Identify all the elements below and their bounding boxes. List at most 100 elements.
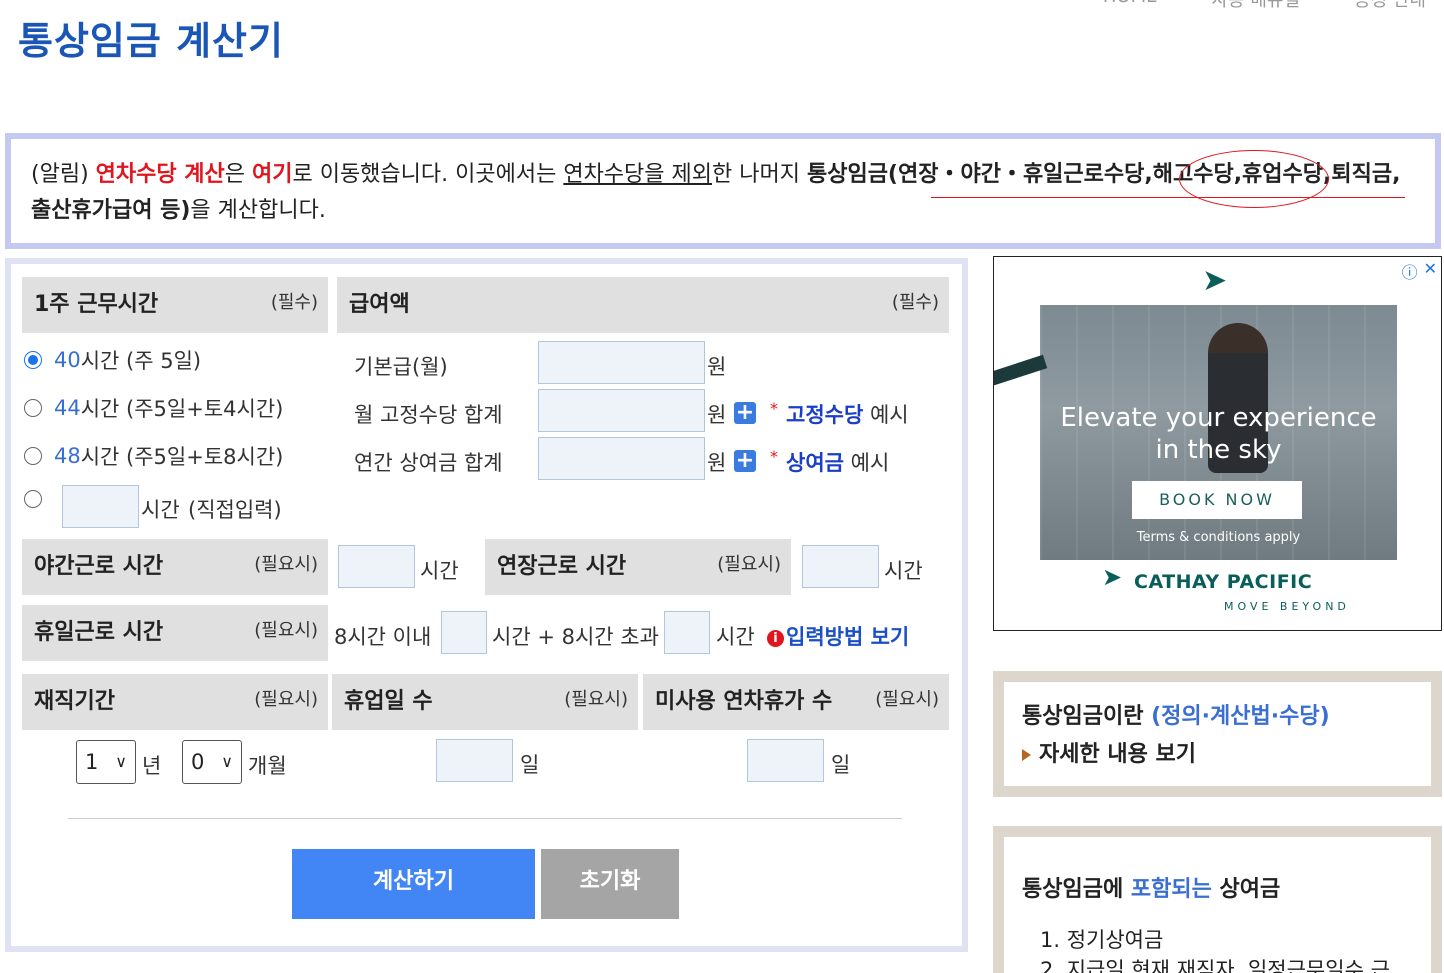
custom-hours-input[interactable] [62,485,139,528]
required-tag: (필요시) [254,554,318,575]
unused-leave-input[interactable] [747,739,824,782]
bonus-example[interactable]: * 상여금 예시 [770,447,889,477]
info-icon: i [767,630,784,647]
reset-button[interactable]: 초기화 [541,849,679,919]
brand-logo-icon: ➤ [1102,563,1123,591]
red-underline-mark [931,197,1405,198]
definition-title-text: 통상임금이란 [1022,704,1144,729]
option-number: 44 [54,396,81,420]
bonus-input[interactable] [538,437,705,480]
fixed-allowance-link[interactable]: 고정수당 [786,403,863,427]
closure-days-input[interactable] [436,739,513,782]
bonus-link[interactable]: 상여금 [786,451,844,475]
months-unit: 개월 [248,754,287,778]
plus-icon[interactable]: + [734,450,756,472]
won-unit: 원 [707,355,727,379]
nav-home[interactable]: HOME [1103,0,1158,12]
calculate-button[interactable]: 계산하기 [292,849,535,919]
won-unit: 원 [707,451,727,475]
notice-text: 한 나머지 [712,162,807,187]
nav-notice[interactable]: 공정 안내 [1354,0,1426,12]
radio-button[interactable] [24,490,42,508]
nav-manual[interactable]: 사용 매뉴얼 [1212,0,1301,12]
option-label: 시간 (주 5일) [80,349,202,373]
option-number: 40 [54,348,81,372]
weekly-option-40[interactable]: 40 시간 (주 5일) [24,345,201,375]
holiday-work-label: 휴일근로 시간 [34,620,164,645]
annual-leave-link[interactable]: 연차수당 계산 [96,162,225,187]
base-salary-label: 기본급(월) [354,355,448,379]
night-hours-input[interactable] [338,545,415,588]
unused-leave-header: 미사용 연차휴가 수 (필요시) [643,674,949,730]
fixed-allowance-input[interactable] [538,389,705,432]
howto-link[interactable]: i 입력방법 보기 [767,621,909,651]
asterisk-icon: * [770,399,778,418]
example-label: 예시 [869,403,909,427]
required-tag: (필수) [891,292,939,313]
asterisk-icon: * [770,447,778,466]
custom-input-link[interactable]: (직접입력) [188,494,282,524]
list-item: 2. 지급일 현재 재직자, 일정근무일수 근 [1040,958,1390,973]
base-salary-input[interactable] [538,341,705,384]
definition-subtitle[interactable]: (정의·계산법·수당) [1151,704,1330,729]
required-tag: (필수) [270,292,318,313]
notice-text: 로 이동했습니다. 이곳에서는 [292,162,564,187]
plus-icon[interactable]: + [734,402,756,424]
required-tag: (필요시) [254,689,318,710]
page: HOME 사용 매뉴얼 공정 안내 통상임금 계산기 (알림) 연차수당 계산은… [0,0,1444,973]
notice-box: (알림) 연차수당 계산은 여기로 이동했습니다. 이곳에서는 연차수당을 제외… [5,133,1441,249]
ad-terms: Terms & conditions apply [1136,530,1301,545]
weekly-option-custom[interactable] [24,490,54,508]
bonus-list: 1. 정기상여금 2. 지급일 현재 재직자, 일정근무일수 근 [1022,925,1413,973]
ad-info-icon[interactable]: ⓘ [1402,259,1418,283]
won-unit: 원 [707,403,727,427]
years-select[interactable]: 1 ∨ [76,740,136,784]
days-unit: 일 [831,753,851,777]
howto-label[interactable]: 입력방법 보기 [786,625,909,649]
weekly-option-48[interactable]: 48 시간 (주5일+토8시간) [24,441,283,471]
salary-label: 급여액 [349,292,410,317]
months-select[interactable]: 0 ∨ [182,740,242,784]
ad-headline: Elevate your experience [1060,403,1377,433]
unused-leave-label: 미사용 연차휴가 수 [655,689,833,714]
option-number: 48 [54,444,81,468]
book-now-button[interactable]: BOOK NOW [1132,481,1302,519]
bonus-info-box: 통상임금에 포함되는 상여금 1. 정기상여금 2. 지급일 현재 재직자, 일… [993,826,1442,973]
ad-banner[interactable]: ⓘ ✕ ➤ Elevate your experience in the sky… [993,256,1442,631]
days-unit: 일 [520,753,540,777]
fixed-allowance-label: 월 고정수당 합계 [354,403,503,427]
title-highlight: 포함되는 [1130,877,1212,902]
red-circle-mark [1179,150,1329,208]
definition-box[interactable]: 통상임금이란 (정의·계산법·수당) 자세한 내용 보기 [993,671,1442,797]
close-icon[interactable]: ✕ [1424,259,1437,283]
chevron-down-icon: ∨ [221,752,233,771]
more-link-label[interactable]: 자세한 내용 보기 [1039,742,1196,767]
page-title: 통상임금 계산기 [18,19,284,63]
fixed-allowance-example[interactable]: * 고정수당 예시 [770,399,909,429]
tenure-header: 재직기간 (필요시) [22,674,328,730]
closure-header: 휴업일 수 (필요시) [332,674,638,730]
weekly-option-44[interactable]: 44 시간 (주5일+토4시간) [24,393,283,423]
holiday-over-input[interactable] [664,611,710,654]
weekly-hours-header: 1주 근무시간 (필수) [22,277,328,333]
years-unit: 년 [142,754,162,778]
here-link[interactable]: 여기 [252,162,292,187]
overtime-hours-input[interactable] [802,545,879,588]
radio-button[interactable] [24,399,42,417]
option-label: 시간 (주5일+토4시간) [80,397,284,421]
chevron-down-icon: ∨ [115,752,127,771]
notice-underline: 연차수당을 제외 [563,162,713,187]
ad-controls: ⓘ ✕ [1402,259,1437,283]
radio-button[interactable] [24,351,42,369]
hours-unit: 시간 [420,559,459,583]
overtime-header: 연장근로 시간 (필요시) [485,539,791,595]
bonus-info-title: 통상임금에 포함되는 상여금 [1022,871,1413,903]
within-8h-label: 8시간 이내 [334,625,432,649]
definition-title: 통상임금이란 (정의·계산법·수당) [1022,698,1413,730]
holiday-within-input[interactable] [441,611,487,654]
radio-button[interactable] [24,447,42,465]
example-label: 예시 [850,451,890,475]
more-link[interactable]: 자세한 내용 보기 [1022,736,1413,768]
over-8h-label: 시간 + 8시간 초과 [492,625,659,649]
tenure-label: 재직기간 [34,689,115,714]
